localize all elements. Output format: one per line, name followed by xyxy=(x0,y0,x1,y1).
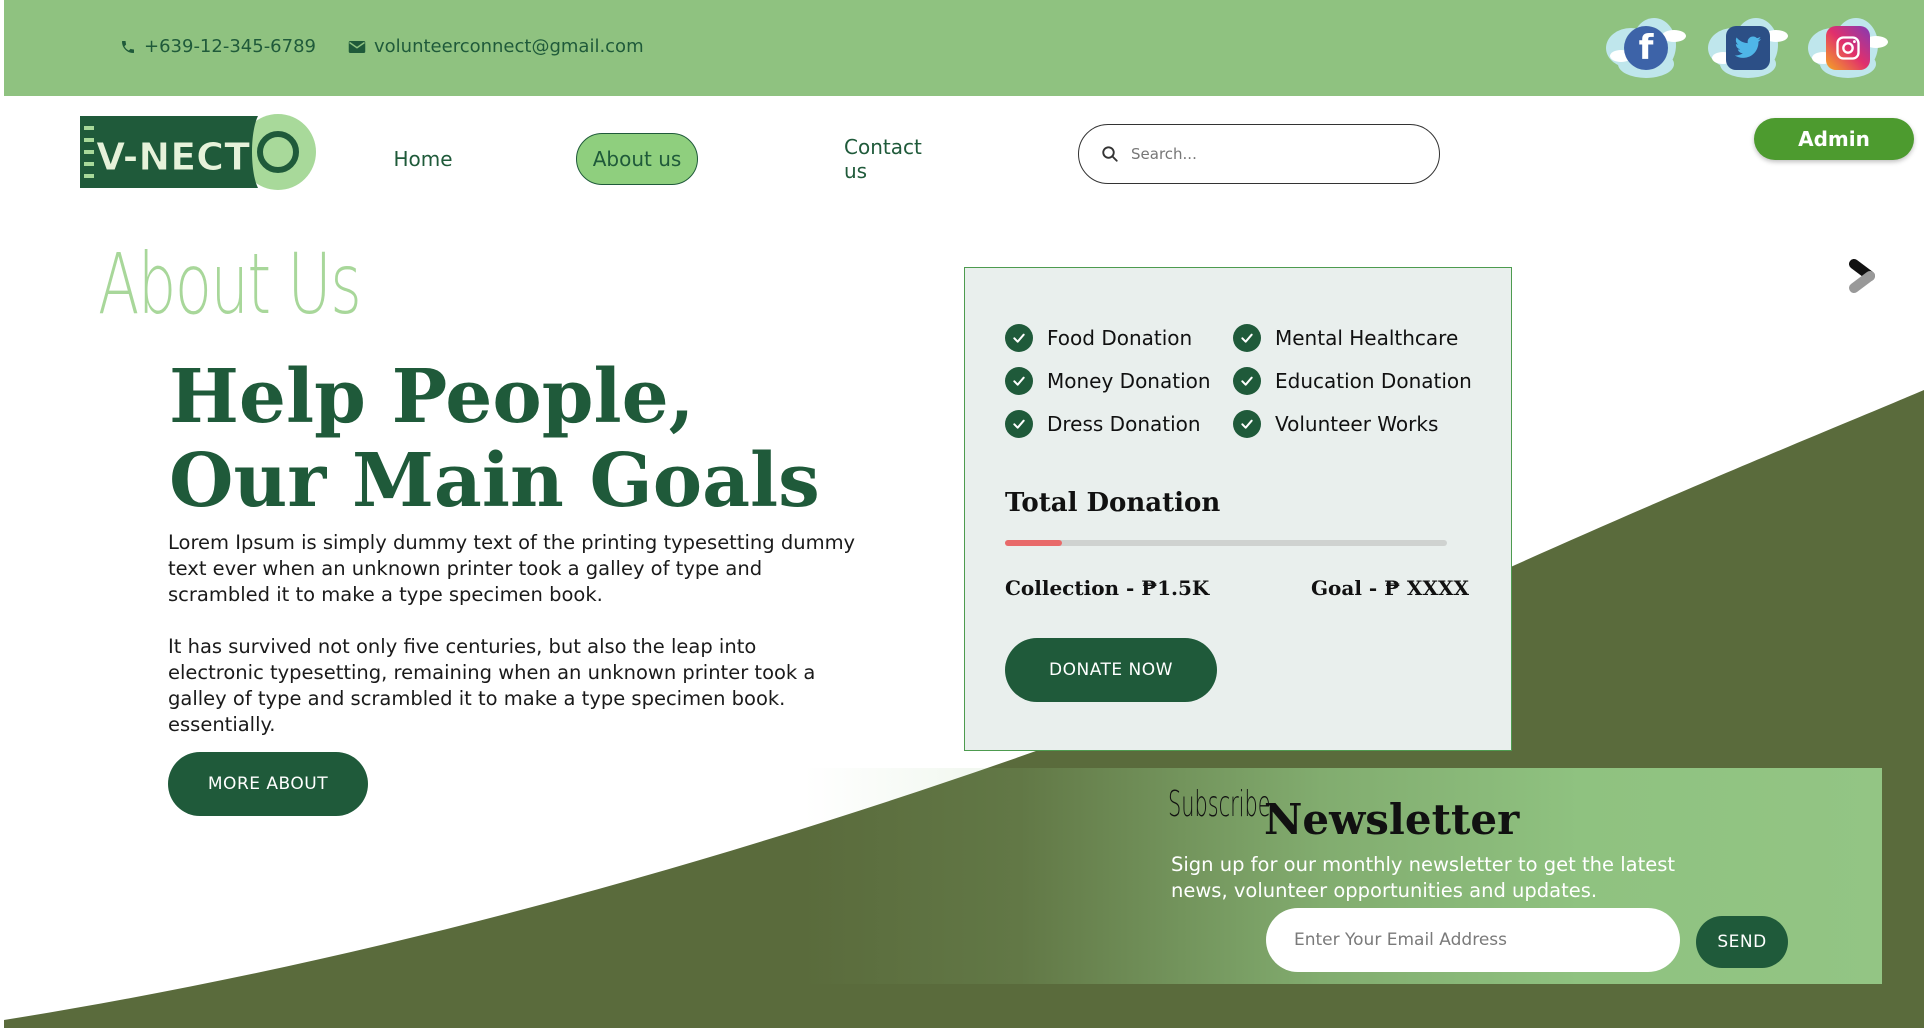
donation-progress-bar xyxy=(1005,540,1447,546)
total-donation-title: Total Donation xyxy=(1005,488,1221,518)
email-field[interactable] xyxy=(1292,929,1666,951)
newsletter-title: Newsletter xyxy=(1264,795,1520,844)
hero-paragraph-2: It has survived not only five centuries,… xyxy=(168,635,816,736)
phone-icon xyxy=(122,40,134,53)
check-icon xyxy=(1005,367,1033,395)
page: +639-12-345-6789 volunteerconnect@gmail.… xyxy=(4,0,1924,1028)
category-label: Education Donation xyxy=(1275,369,1472,393)
section-title: About Us xyxy=(98,235,362,333)
check-icon xyxy=(1233,410,1261,438)
nav-home[interactable]: Home xyxy=(392,134,454,184)
twitter-icon xyxy=(1726,26,1770,70)
phone-number: +639-12-345-6789 xyxy=(144,36,316,57)
facebook-icon: f xyxy=(1624,26,1668,70)
goal-amount: Goal - ₱ XXXX xyxy=(1310,576,1469,600)
category-mental-healthcare: Mental Healthcare xyxy=(1233,324,1458,352)
newsletter-description: Sign up for our monthly newsletter to ge… xyxy=(1171,853,1676,902)
check-icon xyxy=(1005,410,1033,438)
hero-paragraph-1: Lorem Ipsum is simply dummy text of the … xyxy=(168,531,856,606)
mail-icon xyxy=(348,40,366,53)
check-icon xyxy=(1005,324,1033,352)
logo-graphic: V-NECT xyxy=(80,114,316,190)
donation-card: Food Donation Money Donation Dress Donat… xyxy=(964,267,1512,751)
admin-button[interactable]: Admin xyxy=(1754,118,1914,160)
email-contact[interactable]: volunteerconnect@gmail.com xyxy=(348,36,644,57)
headline-line-1: Help People, xyxy=(169,354,695,440)
category-label: Food Donation xyxy=(1047,326,1193,350)
search-box[interactable] xyxy=(1078,124,1440,184)
email-field-wrapper[interactable] xyxy=(1266,908,1680,972)
check-icon xyxy=(1233,324,1261,352)
next-arrow-icon[interactable] xyxy=(1844,254,1884,298)
twitter-link[interactable] xyxy=(1704,10,1790,84)
headline-line-2: Our Main Goals xyxy=(169,438,820,524)
logo[interactable]: V-NECT xyxy=(80,112,320,190)
check-icon xyxy=(1233,367,1261,395)
category-label: Money Donation xyxy=(1047,369,1211,393)
category-label: Mental Healthcare xyxy=(1275,326,1459,350)
collection-amount: Collection - ₱1.5K xyxy=(1005,576,1210,600)
nav-contact[interactable]: Contact us xyxy=(844,134,950,184)
category-education: Education Donation xyxy=(1233,367,1472,395)
category-label: Volunteer Works xyxy=(1275,412,1439,436)
search-input[interactable] xyxy=(1129,144,1413,164)
category-dress: Dress Donation xyxy=(1005,410,1201,438)
search-icon xyxy=(1102,146,1118,162)
category-food: Food Donation xyxy=(1005,324,1192,352)
phone-contact[interactable]: +639-12-345-6789 xyxy=(120,36,316,57)
nav-about[interactable]: About us xyxy=(576,133,698,185)
instagram-link[interactable] xyxy=(1804,10,1890,84)
logo-text: V-NECT xyxy=(96,135,250,179)
facebook-link[interactable]: f xyxy=(1602,10,1688,84)
newsletter-subscribe-label: Subscribe xyxy=(1168,784,1271,825)
donate-now-button[interactable]: DONATE NOW xyxy=(1005,638,1217,702)
email-address: volunteerconnect@gmail.com xyxy=(374,36,644,57)
donation-progress-fill xyxy=(1005,540,1063,546)
category-money: Money Donation xyxy=(1005,367,1211,395)
category-volunteer: Volunteer Works xyxy=(1233,410,1438,438)
instagram-icon xyxy=(1826,26,1870,70)
send-button[interactable]: SEND xyxy=(1696,916,1788,968)
top-bar: +639-12-345-6789 volunteerconnect@gmail.… xyxy=(4,0,1924,96)
category-label: Dress Donation xyxy=(1047,412,1201,436)
more-about-button[interactable]: MORE ABOUT xyxy=(168,752,368,816)
hero-headline: Help People, Our Main Goals xyxy=(169,355,820,523)
